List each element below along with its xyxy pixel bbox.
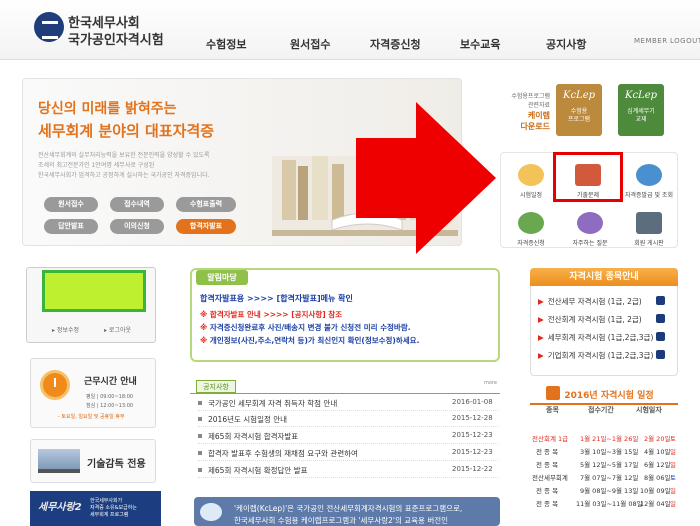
edit-profile-link[interactable]: ▸ 정보수정 [52, 325, 79, 334]
quick-certificate-lookup[interactable]: 자격증발급 및 조회 [622, 164, 676, 199]
kclep-line: '케이렙(KcLep)'은 국가공인 전산세무회계자격시험의 표준프로그램으로, [234, 504, 463, 513]
clock-icon [40, 370, 70, 400]
tech-supervisor-label: 기술감독 전용 [87, 459, 146, 470]
promo-line: 한국세무사회가 [90, 498, 123, 504]
bullet-icon [198, 451, 202, 455]
exam-kind-item[interactable]: ▶ 세무회계 자격시험 (1급,2급,3급) [538, 332, 676, 343]
user-info-area[interactable] [42, 270, 146, 312]
quick-schedule[interactable]: 시험일정 [504, 164, 558, 199]
exam-kind-item[interactable]: ▶ 전산세무 자격시험 (1급, 2급) [538, 296, 676, 307]
alim-line[interactable]: ※ 자격증신청완료후 사진/배송지 변경 불가 신청전 미리 수정바람. [200, 322, 411, 333]
go-icon [656, 332, 665, 341]
divider [190, 393, 500, 394]
kclep-textbook-button[interactable]: KcLep 심계세무기 교재 [618, 84, 664, 136]
schedule-row: 전산세무회계 7월 07일~7월 12일 8월 06일 토 [532, 474, 676, 482]
board-icon [636, 212, 662, 234]
banner-headline: 당신의 미래를 밝혀주는 [38, 101, 177, 117]
banner-desc: 조세의 최고전문가인 1만여명 세무사로 구성된 [38, 162, 155, 169]
nav-education[interactable]: 보수교육 [460, 36, 500, 52]
arrow-icon: ▶ [538, 315, 544, 324]
arrow-icon: ▶ [538, 333, 544, 342]
kclep-logo: KcLep [624, 90, 658, 101]
member-link[interactable]: MEMBER [634, 37, 668, 45]
schedule-row: 전 종 목 11월 03일~11월 08일 12월 04일 일 [536, 500, 676, 508]
calendar-icon [518, 164, 544, 186]
apply-button[interactable]: 원서접수 [44, 197, 98, 212]
schedule-header: 종목 [546, 406, 559, 414]
nav-certificate[interactable]: 자격증신청 [370, 36, 421, 52]
arrow-icon: ▶ [538, 297, 544, 306]
arrow-icon: ▶ [538, 351, 544, 360]
org-subtitle[interactable]: 국가공인자격시험 [68, 29, 164, 48]
nav-notices[interactable]: 공지사항 [546, 36, 586, 52]
bullet-icon [198, 434, 202, 438]
bullet-icon [198, 468, 202, 472]
notice-row[interactable]: 합격자 발표후 수험생의 재채점 요구와 관련하여 2015-12-23 [198, 447, 498, 461]
admission-ticket-button[interactable]: 수험표출력 [176, 197, 236, 212]
exam-kind-item[interactable]: ▶ 전산회계 자격시험 (1급, 2급) [538, 314, 676, 325]
notices-more-link[interactable]: more [484, 380, 497, 386]
kclep-line: 한국세무사회 수험용 케이렙프로그램과 '세무사랑2'의 교육용 버전인 [234, 516, 449, 525]
bullet-icon [198, 401, 202, 405]
logo-icon[interactable] [34, 12, 64, 42]
schedule-row: 전 종 목 3월 10일~3월 15일 4월 10일 일 [536, 448, 676, 456]
schedule-header: 시험일자 [636, 406, 662, 414]
quick-faq[interactable]: 자주하는 질문 [563, 212, 617, 247]
certificate-icon [518, 212, 544, 234]
hours-title: 근무시간 안내 [84, 377, 137, 387]
nav-exam-info[interactable]: 수험정보 [206, 36, 246, 52]
alim-headline[interactable]: 합격자발표용 >>>> [합격자발표]메뉴 확인 [200, 293, 353, 304]
apply-history-button[interactable]: 접수내역 [110, 197, 164, 212]
book-label: 심계세무기 교재 [627, 108, 655, 123]
download-caption: 수험용프로그램 관련자료 [511, 93, 550, 109]
schedule-title: 2016년 자격시험 일정 [564, 391, 654, 401]
go-icon [656, 296, 665, 305]
quick-certificate-apply[interactable]: 자격증신청 [504, 212, 558, 247]
hours-note: - 토요일, 일요일 및 공휴일 휴무 [58, 414, 125, 420]
go-icon [656, 350, 665, 359]
logout-link[interactable]: LOGOUT [670, 37, 700, 45]
exam-kinds-title: 자격시험 종목안내 [530, 268, 678, 286]
notice-row[interactable]: 제65회 자격시험 확정답안 발표 2015-12-22 [198, 464, 498, 478]
banner-desc: 전산세무회계의 실무처리능력을 보유한 전문인력을 양성할 수 있도록 [38, 152, 210, 159]
nav-application[interactable]: 원서접수 [290, 36, 330, 52]
red-arrow-annotation [356, 102, 496, 254]
highlight-box [553, 152, 623, 202]
promo-brand: 세무사랑2 [38, 502, 82, 513]
alim-line[interactable]: ※ 합격자발표 안내 >>>> [공지사항] 참조 [200, 309, 342, 320]
promo-line: 자격증 소유&보급하는 [90, 505, 137, 511]
hours-line: 점심 | 12:00~13:00 [86, 403, 134, 409]
exam-kind-item[interactable]: ▶ 기업회계 자격시험 (1급,2급,3급) [538, 350, 676, 361]
schedule-row: 전 종 목 5월 12일~5월 17일 6월 12일 일 [536, 461, 676, 469]
laptop-icon [38, 449, 80, 473]
promo-line: 세무회계 프로그램 [90, 512, 129, 518]
banner-subheadline: 세무회계 분야의 대표자격증 [38, 122, 215, 140]
go-icon [656, 314, 665, 323]
notices-tab[interactable]: 공지사항 [196, 380, 236, 393]
results-button[interactable]: 합격자발표 [176, 219, 236, 234]
banner-desc: 한국세무사회가 엄격하고 공정하게 실시하는 국가공인 자격증입니다. [38, 172, 210, 179]
logout-link-side[interactable]: ▸ 로그아웃 [104, 325, 131, 334]
download-title[interactable]: 케이렙 다운로드 [500, 110, 550, 132]
search-icon [636, 164, 662, 186]
question-icon [577, 212, 603, 234]
kclep-exam-program-button[interactable]: KcLep 수험용 프로그램 [556, 84, 602, 136]
notice-row[interactable]: 제65회 자격시험 합격자발표 2015-12-23 [198, 430, 498, 444]
answer-release-button[interactable]: 답안발표 [44, 219, 98, 234]
schedule-row: 전산회계 1급 1월 21일~1월 26일 2월 20일 토 [532, 435, 676, 443]
alim-line[interactable]: ※ 개인정보(사진,주소,연락처 등)가 최신인지 확인(정보수정)하세요. [200, 335, 419, 346]
quick-member-board[interactable]: 회원 게시판 [622, 212, 676, 247]
notice-row[interactable]: 국가공인 세무회계 자격 취득자 학점 안내 2016-01-08 [198, 397, 498, 411]
objection-button[interactable]: 이의신청 [110, 219, 164, 234]
bullet-icon [198, 417, 202, 421]
schedule-header: 접수기간 [588, 406, 614, 414]
heart-icon [200, 503, 222, 521]
kclep-logo: KcLep [562, 90, 596, 101]
hours-line: 평일 | 09:00~18:00 [86, 394, 134, 400]
alimmadang-tab[interactable]: 알림마당 [196, 270, 248, 285]
notice-row[interactable]: 2016년도 시험일정 안내 2015-12-28 [198, 413, 498, 427]
book-label: 수험용 프로그램 [567, 108, 591, 123]
schedule-row: 전 종 목 9월 08일~9월 13일 10월 09일 일 [536, 487, 676, 495]
